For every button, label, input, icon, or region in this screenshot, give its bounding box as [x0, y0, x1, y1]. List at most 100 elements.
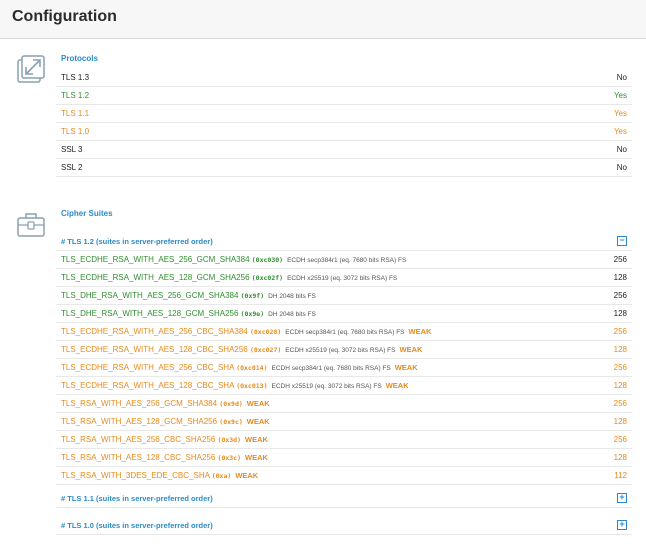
- cipher-suite-id: TLS_ECDHE_RSA_WITH_AES_256_GCM_SHA384: [61, 255, 252, 264]
- protocol-label: SSL 3: [61, 145, 83, 154]
- cipher-suite-code: (0xc013): [236, 382, 268, 390]
- weak-badge: WEAK: [245, 453, 268, 462]
- cipher-suite-name: TLS_ECDHE_RSA_WITH_AES_256_GCM_SHA384 (0…: [61, 255, 406, 266]
- cipher-suite-code: (0xa): [211, 472, 232, 480]
- cipher-suite-id: TLS_DHE_RSA_WITH_AES_128_GCM_SHA256: [61, 309, 241, 318]
- cipher-suite-code: (0xc014): [236, 364, 268, 372]
- cipher-suite-name: TLS_ECDHE_RSA_WITH_AES_256_CBC_SHA (0xc0…: [61, 363, 418, 374]
- expand-icon[interactable]: +: [617, 493, 627, 503]
- cipher-suite-row: TLS_ECDHE_RSA_WITH_AES_256_CBC_SHA384 (0…: [56, 323, 632, 341]
- cipher-suite-code: (0x9d): [219, 400, 243, 408]
- protocol-support-value: No: [616, 163, 627, 172]
- cipher-suite-id: TLS_DHE_RSA_WITH_AES_256_GCM_SHA384: [61, 291, 241, 300]
- suite-group-label: # TLS 1.2 (suites in server-preferred or…: [61, 237, 213, 246]
- expand-icon[interactable]: +: [617, 520, 627, 530]
- protocol-label: TLS 1.1: [61, 109, 90, 118]
- resize-arrows-icon: [16, 54, 46, 84]
- weak-badge: WEAK: [399, 345, 423, 354]
- weak-badge: WEAK: [408, 327, 432, 336]
- protocol-row: TLS 1.2 Yes: [56, 87, 632, 105]
- cipher-suite-code: (0xc02f): [251, 274, 284, 282]
- cipher-suite-name: TLS_RSA_WITH_AES_256_GCM_SHA384 (0x9d) WE…: [61, 399, 270, 409]
- key-exchange-info: DH 2048 bits FS: [268, 293, 316, 300]
- cipher-suite-id: TLS_ECDHE_RSA_WITH_AES_256_CBC_SHA: [61, 363, 237, 372]
- cipher-suite-id: TLS_ECDHE_RSA_WITH_AES_256_CBC_SHA384: [61, 327, 250, 336]
- cipher-suite-row: TLS_RSA_WITH_AES_256_CBC_SHA256 (0x3d) WE…: [56, 431, 632, 449]
- weak-badge: WEAK: [235, 471, 259, 480]
- cipher-suite-code: (0xc028): [249, 328, 282, 336]
- key-bits: 128: [613, 381, 627, 390]
- key-exchange-info: ECDH secp384r1 (eq. 7680 bits RSA) FS: [271, 365, 391, 372]
- weak-badge: WEAK: [246, 399, 270, 408]
- page-title: Configuration: [12, 8, 117, 25]
- cipher-suite-name: TLS_RSA_WITH_AES_128_CBC_SHA256 (0x3c) WE…: [61, 453, 268, 463]
- cipher-suite-code: (0x3c): [217, 454, 242, 462]
- key-bits: 256: [613, 327, 627, 336]
- cipher-suite-name: TLS_RSA_WITH_AES_128_GCM_SHA256 (0x9c) WE…: [61, 417, 270, 427]
- suite-group-header[interactable]: # TLS 1.2 (suites in server-preferred or…: [56, 233, 632, 251]
- key-exchange-info: ECDH secp384r1 (eq. 7680 bits RSA) FS: [285, 329, 405, 336]
- suite-group-label: # TLS 1.0 (suites in server-preferred or…: [61, 521, 213, 530]
- cipher-suites-title: Cipher Suites: [61, 209, 113, 218]
- cipher-suite-row: TLS_ECDHE_RSA_WITH_AES_128_CBC_SHA (0xc0…: [56, 377, 632, 395]
- cipher-suite-row: TLS_DHE_RSA_WITH_AES_128_GCM_SHA256 (0x9…: [56, 305, 632, 323]
- weak-badge: WEAK: [394, 363, 418, 372]
- key-bits: 128: [613, 345, 627, 354]
- cipher-suite-id: TLS_RSA_WITH_AES_128_CBC_SHA256: [61, 453, 218, 462]
- cipher-suite-id: TLS_RSA_WITH_AES_128_GCM_SHA256: [61, 417, 220, 426]
- protocol-row: SSL 2 No: [56, 159, 632, 177]
- protocol-row: TLS 1.3 No: [56, 69, 632, 87]
- key-bits: 128: [613, 453, 627, 462]
- key-bits: 112: [614, 471, 627, 480]
- key-bits: 128: [613, 417, 627, 426]
- suite-group-header[interactable]: # TLS 1.1 (suites in server-preferred or…: [56, 490, 632, 508]
- protocol-row: TLS 1.1 Yes: [56, 105, 632, 123]
- protocol-support-value: Yes: [613, 109, 627, 118]
- cipher-suite-row: TLS_ECDHE_RSA_WITH_AES_256_CBC_SHA (0xc0…: [56, 359, 632, 377]
- key-bits: 256: [613, 399, 627, 408]
- key-exchange-info: ECDH secp384r1 (eq. 7680 bits RSA) FS: [287, 257, 407, 264]
- cipher-suite-code: (0xc027): [249, 346, 282, 354]
- cipher-suite-code: (0x9f): [240, 292, 265, 300]
- key-bits: 256: [613, 363, 627, 372]
- protocol-label: TLS 1.0: [61, 127, 90, 136]
- cipher-suite-row: TLS_RSA_WITH_AES_256_GCM_SHA384 (0x9d) WE…: [56, 395, 632, 413]
- protocol-support-value: No: [616, 73, 627, 82]
- key-bits: 256: [613, 291, 627, 300]
- cipher-suite-id: TLS_ECDHE_RSA_WITH_AES_128_CBC_SHA256: [61, 345, 250, 354]
- cipher-suite-row: TLS_RSA_WITH_AES_128_GCM_SHA256 (0x9c) WE…: [56, 413, 632, 431]
- cipher-suite-name: TLS_ECDHE_RSA_WITH_AES_256_CBC_SHA384 (0…: [61, 327, 431, 338]
- cipher-suite-id: TLS_RSA_WITH_AES_256_CBC_SHA256: [61, 435, 218, 444]
- cipher-suite-row: TLS_DHE_RSA_WITH_AES_256_GCM_SHA384 (0x9…: [56, 287, 632, 305]
- protocol-label: TLS 1.3: [61, 73, 90, 82]
- cipher-suite-name: TLS_DHE_RSA_WITH_AES_128_GCM_SHA256 (0x9…: [61, 309, 316, 320]
- cipher-suite-id: TLS_ECDHE_RSA_WITH_AES_128_CBC_SHA: [61, 381, 237, 390]
- key-exchange-info: ECDH x25519 (eq. 3072 bits RSA) FS: [271, 383, 382, 390]
- cipher-suite-id: TLS_RSA_WITH_AES_256_GCM_SHA384: [61, 399, 220, 408]
- key-exchange-info: DH 2048 bits FS: [268, 311, 316, 318]
- protocol-row: TLS 1.0 Yes: [56, 123, 632, 141]
- cipher-suite-name: TLS_ECDHE_RSA_WITH_AES_128_CBC_SHA (0xc0…: [61, 381, 409, 392]
- cipher-suite-row: TLS_ECDHE_RSA_WITH_AES_256_GCM_SHA384 (0…: [56, 251, 632, 269]
- protocols-title: Protocols: [61, 54, 98, 63]
- cipher-suite-name: TLS_DHE_RSA_WITH_AES_256_GCM_SHA384 (0x9…: [61, 291, 316, 302]
- cipher-suite-id: TLS_RSA_WITH_3DES_EDE_CBC_SHA: [61, 471, 212, 480]
- key-exchange-info: ECDH x25519 (eq. 3072 bits RSA) FS: [287, 275, 398, 282]
- key-bits: 128: [613, 273, 627, 282]
- protocol-label: SSL 2: [61, 163, 83, 172]
- collapse-icon[interactable]: −: [617, 236, 627, 246]
- protocol-label: TLS 1.2: [61, 91, 90, 100]
- key-bits: 256: [613, 255, 627, 264]
- cipher-suite-name: TLS_RSA_WITH_AES_256_CBC_SHA256 (0x3d) WE…: [61, 435, 268, 445]
- suite-group-header[interactable]: # TLS 1.0 (suites in server-preferred or…: [56, 517, 632, 535]
- cipher-suite-code: (0x9e): [240, 310, 265, 318]
- weak-badge: WEAK: [385, 381, 409, 390]
- cipher-suite-row: TLS_RSA_WITH_AES_128_CBC_SHA256 (0x3c) WE…: [56, 449, 632, 467]
- protocol-support-value: No: [616, 145, 627, 154]
- cipher-suite-name: TLS_RSA_WITH_3DES_EDE_CBC_SHA (0xa) WEAK: [61, 471, 258, 481]
- key-bits: 256: [613, 435, 627, 444]
- cipher-suite-id: TLS_ECDHE_RSA_WITH_AES_128_GCM_SHA256: [61, 273, 252, 282]
- cipher-suite-row: TLS_RSA_WITH_3DES_EDE_CBC_SHA (0xa) WEAK 1…: [56, 467, 632, 485]
- weak-badge: WEAK: [246, 417, 270, 426]
- suite-group-label: # TLS 1.1 (suites in server-preferred or…: [61, 494, 213, 503]
